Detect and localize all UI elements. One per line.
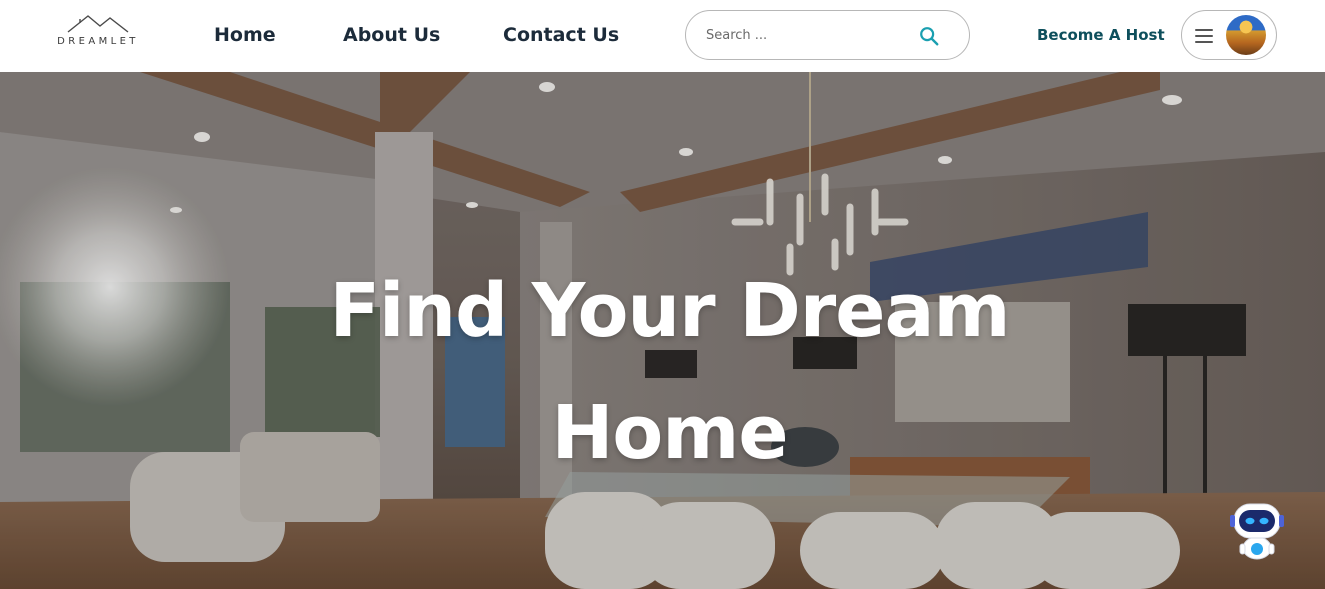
search-icon[interactable]: [918, 25, 940, 47]
nav-link-home[interactable]: Home: [214, 22, 276, 48]
become-host-link[interactable]: Become A Host: [1037, 24, 1165, 46]
brand-logo[interactable]: DREAMLET: [52, 14, 144, 50]
search-input[interactable]: [706, 23, 906, 47]
nav-link-contact-us[interactable]: Contact Us: [503, 22, 619, 48]
user-menu-button[interactable]: [1181, 10, 1277, 60]
hamburger-icon: [1195, 29, 1213, 43]
search-bar: [685, 10, 970, 60]
robot-assistant-icon[interactable]: [1226, 500, 1288, 562]
house-roof-icon: [67, 15, 129, 33]
nav-link-about-us[interactable]: About Us: [343, 22, 440, 48]
avatar: [1226, 15, 1266, 55]
brand-name: DREAMLET: [57, 36, 139, 47]
hero-banner: Find Your Dream Home: [0, 72, 1325, 589]
hero-title: Find Your Dream Home: [329, 268, 1010, 476]
top-navbar: DREAMLET Home About Us Contact Us Become…: [0, 0, 1325, 72]
